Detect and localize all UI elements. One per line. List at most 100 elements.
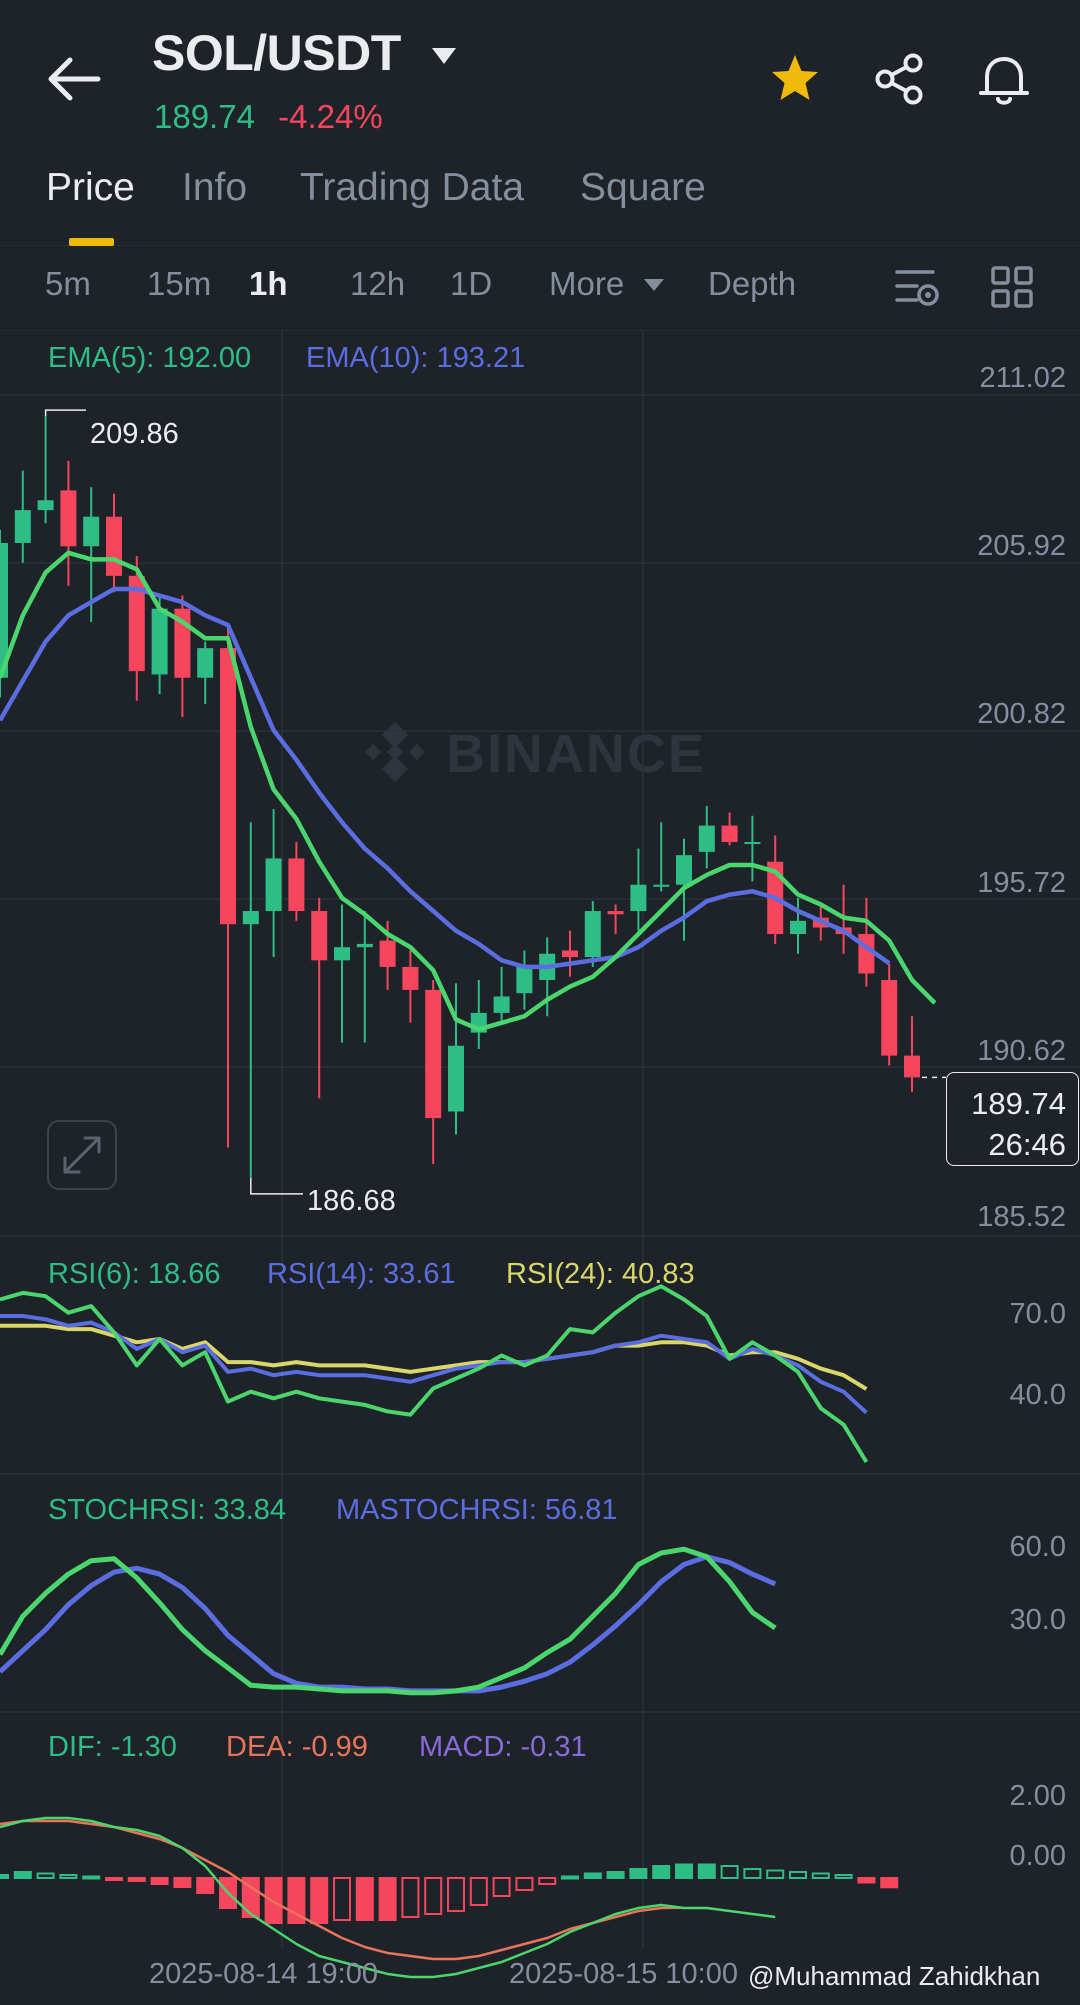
candle-body (698, 825, 715, 852)
price-axis-label: 190.62 (977, 1035, 1066, 1067)
macd-histogram-bar (811, 1872, 830, 1879)
macd-histogram-bar (310, 1877, 329, 1924)
mastochrsi-legend: MASTOCHRSI: 56.81 (336, 1494, 618, 1526)
candle-body (106, 516, 122, 576)
stochrsi-axis-label: 30.0 (1009, 1604, 1066, 1636)
expand-chart-button[interactable] (47, 1120, 117, 1190)
macd-histogram-bar (82, 1875, 101, 1880)
macd-histogram-bar (720, 1865, 739, 1879)
candle-body (904, 1055, 920, 1078)
low-marker-line (250, 1177, 303, 1195)
macd-histogram-bar (880, 1877, 899, 1889)
macd-histogram-bar (36, 1872, 55, 1879)
dea-legend: DEA: -0.99 (226, 1731, 368, 1763)
candle-body (607, 911, 624, 915)
macd-histogram-bar (355, 1877, 374, 1921)
current-price-tag[interactable]: 189.74 26:46 (946, 1072, 1079, 1166)
macd-histogram-bar (264, 1877, 283, 1924)
macd-histogram-bar (789, 1871, 807, 1879)
high-price-label: 209.86 (90, 418, 179, 450)
candle-body (265, 858, 282, 912)
candle-body (744, 842, 761, 845)
candle-countdown: 26:46 (988, 1127, 1066, 1162)
low-price-label: 186.68 (307, 1185, 396, 1217)
candle-body (356, 943, 373, 948)
macd-histogram-bar (150, 1877, 169, 1885)
price-axis-label: 185.52 (977, 1201, 1066, 1233)
rsi14-line (0, 1314, 868, 1415)
candle-body (721, 825, 738, 843)
attribution-text: @Muhammad Zahidkhan (748, 1961, 1041, 1991)
current-price-value: 189.74 (971, 1086, 1066, 1121)
candle-body (242, 911, 259, 925)
rsi6-legend: RSI(6): 18.66 (48, 1258, 221, 1290)
macd-histogram-bar (834, 1874, 853, 1879)
macd-histogram-bar (173, 1877, 192, 1888)
macd-histogram-bar (583, 1872, 602, 1879)
candle-body (379, 940, 396, 967)
candle-body (220, 648, 236, 925)
price-axis-label: 200.82 (977, 698, 1066, 730)
candle-body (790, 920, 806, 935)
candle-body (197, 648, 214, 678)
candle-body (676, 855, 692, 885)
price-axis-label: 211.02 (979, 362, 1066, 394)
macd-histogram-bar (447, 1877, 465, 1912)
stochrsi-legend: STOCHRSI: 33.84 (48, 1494, 287, 1526)
candle-body (311, 911, 328, 961)
rsi-axis-label: 70.0 (1009, 1298, 1066, 1330)
macd-histogram-bar (401, 1877, 420, 1918)
candle-body (288, 858, 305, 912)
dif-legend: DIF: -1.30 (48, 1731, 177, 1763)
rsi14-legend: RSI(14): 33.61 (267, 1258, 456, 1290)
candle-body (493, 996, 510, 1013)
macd-legend: MACD: -0.31 (419, 1731, 587, 1763)
stochrsi-axis-label: 60.0 (1009, 1531, 1066, 1563)
macd-histogram-bar (629, 1868, 648, 1879)
time-axis-label: 2025-08-15 10:00 (509, 1958, 738, 1990)
candle-body (448, 1045, 464, 1112)
candle-body (653, 884, 670, 887)
candle-body (151, 608, 168, 675)
candle-body (562, 950, 578, 958)
candle-body (14, 510, 31, 543)
candle-body (37, 500, 54, 511)
candle-body (584, 911, 601, 958)
macd-histogram-bar (743, 1868, 762, 1879)
ema10-legend: EMA(10): 193.21 (306, 342, 526, 374)
expand-icon (63, 1136, 101, 1174)
macd-histogram-bar (105, 1877, 123, 1881)
macd-histogram-bar (675, 1863, 693, 1879)
candle-body (425, 989, 442, 1119)
rsi-axis-label: 40.0 (1009, 1379, 1066, 1411)
macd-histogram-bar (196, 1877, 215, 1894)
macd-histogram-bar (492, 1877, 511, 1897)
macd-histogram-bar (857, 1877, 876, 1884)
time-axis-label: 2025-08-14 19:00 (149, 1958, 378, 1990)
price-axis-label: 195.72 (977, 867, 1066, 899)
macd-histogram-bar (469, 1877, 488, 1906)
high-marker-line (44, 409, 86, 417)
macd-histogram-bar (424, 1877, 443, 1915)
macd-histogram-bar (697, 1863, 716, 1879)
chart-canvas[interactable] (0, 0, 1080, 2005)
candle-body (516, 966, 533, 994)
price-axis-label: 205.92 (977, 530, 1066, 562)
macd-histogram-bar (561, 1875, 579, 1880)
candle-body (402, 966, 419, 990)
macd-histogram-bar (538, 1877, 557, 1885)
macd-histogram-bar (515, 1877, 534, 1891)
macd-axis-label: 0.00 (1009, 1840, 1066, 1872)
mastochrsi-line (0, 1554, 777, 1694)
macd-histogram-bar (0, 1874, 9, 1879)
ema5-legend: EMA(5): 192.00 (48, 342, 252, 374)
candle-body (881, 980, 898, 1056)
dea-line (0, 1819, 685, 1961)
candle-body (60, 490, 77, 547)
macd-histogram-bar (127, 1877, 146, 1882)
candle-body (83, 516, 100, 547)
macd-histogram-bar (606, 1871, 625, 1879)
macd-histogram-bar (766, 1869, 785, 1879)
macd-histogram-bar (333, 1877, 351, 1921)
macd-histogram-bar (13, 1871, 32, 1879)
